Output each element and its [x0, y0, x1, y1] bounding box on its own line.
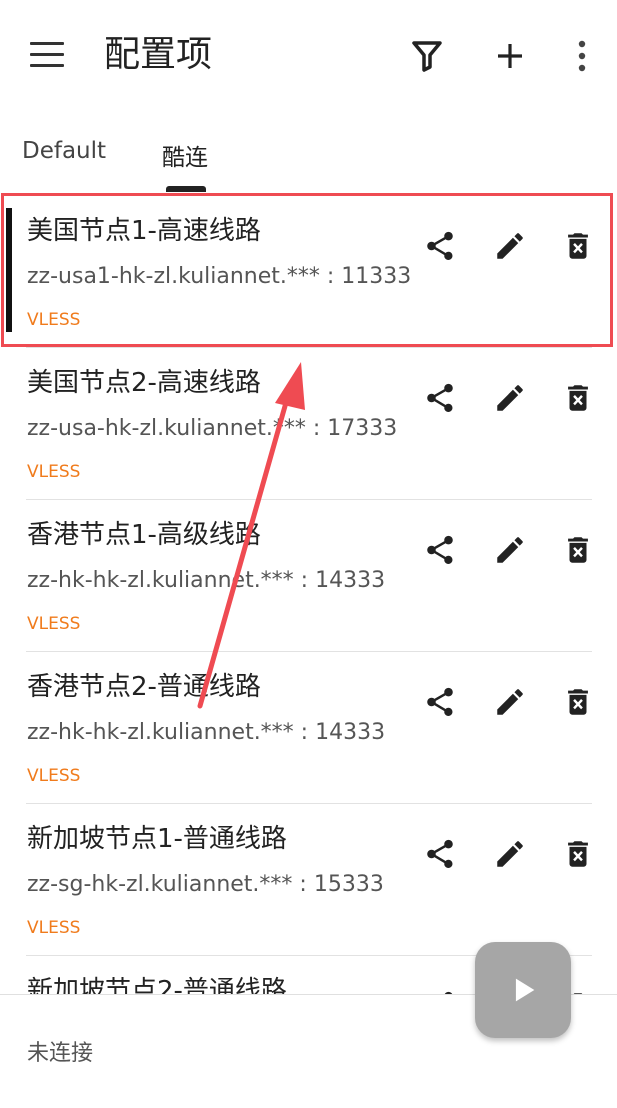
edit-icon[interactable] [490, 226, 530, 266]
share-icon[interactable] [420, 530, 460, 570]
share-icon[interactable] [420, 682, 460, 722]
delete-icon[interactable] [558, 378, 598, 418]
server-item[interactable]: 美国节点2-高速线路 zz-usa-hk-zl.kuliannet.*** : … [0, 348, 617, 500]
server-item[interactable]: 新加坡节点1-普通线路 zz-sg-hk-zl.kuliannet.*** : … [0, 804, 617, 956]
server-protocol: VLESS [27, 614, 81, 634]
server-item[interactable]: 香港节点2-普通线路 zz-hk-hk-zl.kuliannet.*** : 1… [0, 652, 617, 804]
server-protocol: VLESS [27, 918, 81, 938]
edit-icon[interactable] [490, 682, 530, 722]
page-title: 配置项 [104, 34, 213, 75]
server-address: zz-hk-hk-zl.kuliannet.*** : 14333 [27, 568, 386, 593]
server-name: 美国节点2-高速线路 [27, 368, 261, 398]
app-bar: 配置项 [0, 0, 617, 112]
server-name: 新加坡节点1-普通线路 [27, 824, 287, 854]
connection-status: 未连接 [27, 1041, 94, 1066]
server-address: zz-usa-hk-zl.kuliannet.*** : 17333 [27, 416, 398, 441]
server-address: zz-usa1-hk-zl.kuliannet.*** : 11333 [27, 264, 412, 289]
edit-icon[interactable] [490, 530, 530, 570]
edit-icon[interactable] [490, 834, 530, 874]
delete-icon[interactable] [558, 682, 598, 722]
server-name: 香港节点1-高级线路 [27, 520, 261, 550]
add-icon[interactable] [490, 36, 530, 76]
server-name: 美国节点1-高速线路 [27, 216, 261, 246]
share-icon[interactable] [420, 378, 460, 418]
menu-icon[interactable] [30, 42, 64, 68]
server-protocol: VLESS [27, 766, 81, 786]
more-vert-icon[interactable] [562, 36, 602, 76]
server-address: zz-sg-hk-zl.kuliannet.*** : 15333 [27, 872, 384, 897]
play-icon [515, 978, 535, 1002]
share-icon[interactable] [420, 834, 460, 874]
tab-kulian[interactable]: 酷连 [162, 138, 208, 172]
delete-icon[interactable] [558, 226, 598, 266]
selected-indicator [6, 208, 12, 332]
group-tabs: Default 酷连 [0, 126, 617, 188]
delete-icon[interactable] [558, 834, 598, 874]
server-protocol: VLESS [27, 462, 81, 482]
server-item[interactable]: 美国节点1-高速线路 zz-usa1-hk-zl.kuliannet.*** :… [0, 196, 617, 348]
server-protocol: VLESS [27, 310, 81, 330]
delete-icon[interactable] [558, 530, 598, 570]
connect-fab[interactable] [475, 942, 571, 1038]
filter-icon[interactable] [407, 36, 447, 76]
edit-icon[interactable] [490, 378, 530, 418]
server-item[interactable]: 香港节点1-高级线路 zz-hk-hk-zl.kuliannet.*** : 1… [0, 500, 617, 652]
share-icon[interactable] [420, 226, 460, 266]
tab-default[interactable]: Default [22, 138, 106, 164]
tab-indicator [166, 186, 206, 192]
server-name: 香港节点2-普通线路 [27, 672, 261, 702]
server-address: zz-hk-hk-zl.kuliannet.*** : 14333 [27, 720, 386, 745]
